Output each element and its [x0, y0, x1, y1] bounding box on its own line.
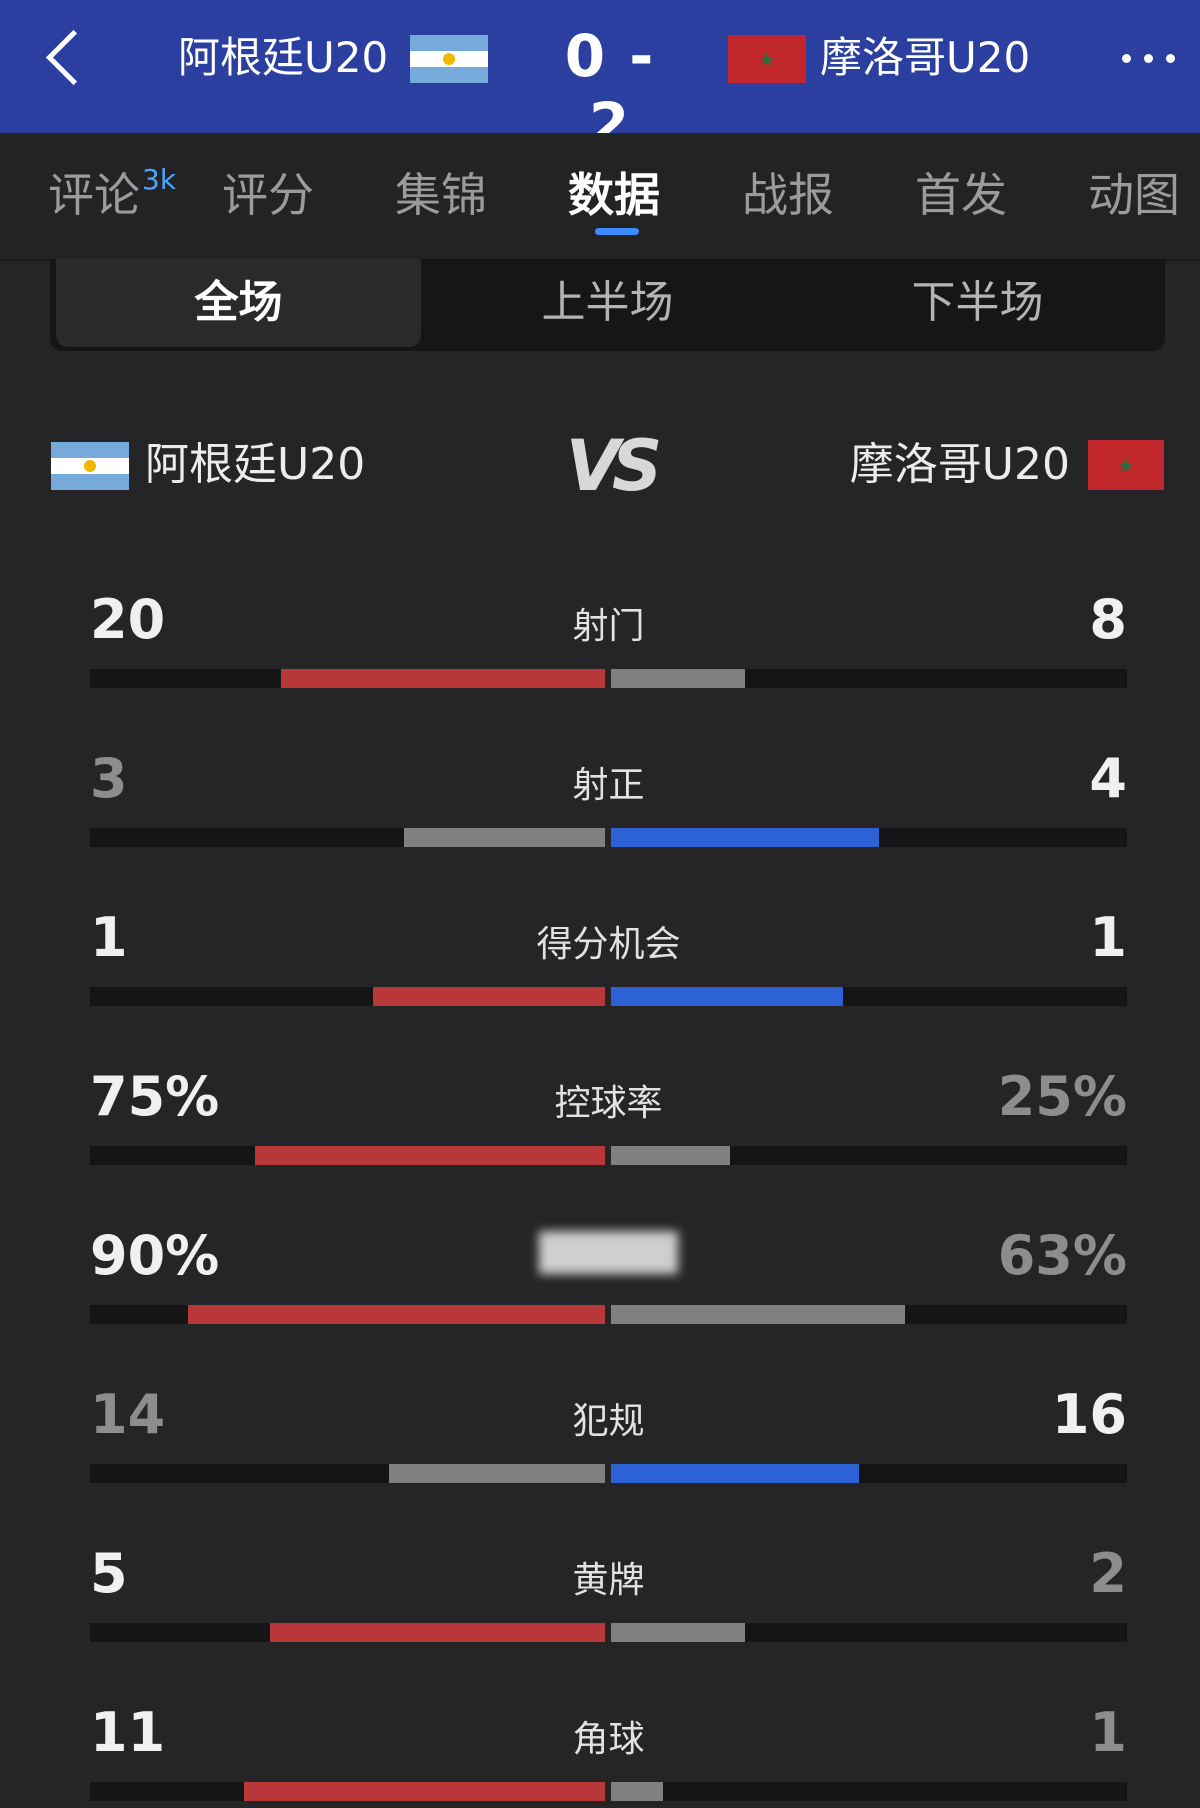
versus-mark: VS — [565, 425, 663, 507]
morocco-flag-icon — [1088, 440, 1164, 490]
stat-row: 20 射门 8 — [90, 585, 1127, 695]
away-stat-value: 16 — [1051, 1383, 1127, 1446]
stat-row: 90% █████ 63% — [90, 1221, 1127, 1331]
stat-row: 3 射正 4 — [90, 744, 1127, 854]
home-stat-bar — [389, 1464, 605, 1483]
home-bar-track — [90, 669, 605, 688]
away-team-name: 摩洛哥U20 — [820, 33, 1031, 82]
home-bar-track — [90, 987, 605, 1006]
more-dot-icon — [1166, 54, 1175, 63]
home-stat-bar — [281, 669, 605, 688]
tab-lineup[interactable]: 首发 — [915, 165, 1007, 225]
tab-report[interactable]: 战报 — [742, 165, 834, 225]
away-stat-value: 8 — [1089, 588, 1127, 651]
stat-label: 角球 — [572, 1719, 645, 1760]
tab-gifs[interactable]: 动图 — [1088, 165, 1180, 225]
away-stat-value: 25% — [997, 1065, 1127, 1128]
more-options-button[interactable] — [1114, 36, 1184, 76]
away-stat-value: 2 — [1089, 1542, 1127, 1605]
segment-second-half[interactable]: 下半场 — [795, 259, 1160, 347]
away-stat-bar — [611, 828, 879, 847]
stat-label: 控球率 — [554, 1083, 663, 1124]
home-stat-bar — [255, 1146, 605, 1165]
tab-stats[interactable]: 数据 — [568, 165, 660, 225]
stat-row: 5 黄牌 2 — [90, 1539, 1127, 1649]
home-bar-track — [90, 1305, 605, 1324]
away-bar-track — [611, 1782, 1127, 1801]
away-bar-track — [611, 669, 1127, 688]
away-bar-track — [611, 1146, 1127, 1165]
back-button[interactable] — [40, 28, 90, 92]
away-bar-track — [611, 1464, 1127, 1483]
stat-row: 75% 控球率 25% — [90, 1062, 1127, 1172]
away-bar-track — [611, 828, 1127, 847]
stat-label: 得分机会 — [536, 924, 681, 965]
away-stat-bar — [611, 669, 745, 688]
away-bar-track — [611, 1305, 1127, 1324]
home-stat-bar — [244, 1782, 605, 1801]
comment-count-badge: 3k — [142, 163, 177, 196]
argentina-flag-icon — [410, 35, 488, 83]
home-stat-bar — [373, 987, 605, 1006]
more-dot-icon — [1144, 54, 1153, 63]
segment-first-half[interactable]: 上半场 — [425, 259, 790, 347]
stat-label: 射门 — [572, 606, 645, 647]
home-bar-track — [90, 828, 605, 847]
tab-highlights[interactable]: 集锦 — [395, 165, 487, 225]
tab-comments[interactable]: 评论3k — [48, 165, 176, 225]
stat-row: 14 犯规 16 — [90, 1380, 1127, 1490]
home-stat-bar — [188, 1305, 605, 1324]
home-bar-track — [90, 1464, 605, 1483]
away-bar-track — [611, 1623, 1127, 1642]
active-tab-indicator — [595, 228, 639, 235]
home-bar-track — [90, 1782, 605, 1801]
period-selector: 全场 上半场 下半场 — [50, 259, 1165, 351]
stat-row: 11 角球 1 — [90, 1698, 1127, 1808]
away-stat-value: 1 — [1089, 1701, 1127, 1764]
away-stat-bar — [611, 987, 843, 1006]
away-stat-value: 1 — [1089, 906, 1127, 969]
stat-row: 1 得分机会 1 — [90, 903, 1127, 1013]
stat-label: █████ — [539, 1233, 678, 1274]
away-stat-bar — [611, 1146, 730, 1165]
argentina-flag-icon — [51, 442, 129, 490]
segment-full-match[interactable]: 全场 — [56, 259, 421, 347]
away-stat-value: 4 — [1089, 747, 1127, 810]
match-header: 阿根廷U20 0 - 2 摩洛哥U20 — [0, 0, 1200, 158]
tab-label: 评论 — [48, 168, 140, 222]
tab-ratings[interactable]: 评分 — [222, 165, 314, 225]
morocco-flag-icon — [728, 35, 806, 83]
home-stat-bar — [404, 828, 605, 847]
home-bar-track — [90, 1146, 605, 1165]
away-stat-value: 63% — [997, 1224, 1127, 1287]
stat-label: 射正 — [572, 765, 645, 806]
home-team-name: 阿根廷U20 — [178, 33, 389, 82]
stat-label: 犯规 — [572, 1401, 645, 1442]
away-stat-bar — [611, 1782, 663, 1801]
more-dot-icon — [1122, 54, 1131, 63]
home-stat-bar — [270, 1623, 605, 1642]
away-team-label: 摩洛哥U20 — [849, 439, 1070, 490]
stat-label: 黄牌 — [572, 1560, 645, 1601]
home-team-label: 阿根廷U20 — [145, 439, 366, 490]
home-bar-track — [90, 1623, 605, 1642]
away-bar-track — [611, 987, 1127, 1006]
away-stat-bar — [611, 1623, 745, 1642]
tab-bar: 评论3k 评分 集锦 数据 战报 首发 动图 — [0, 133, 1200, 261]
away-stat-bar — [611, 1464, 859, 1483]
away-stat-bar — [611, 1305, 905, 1324]
versus-row: 阿根廷U20 VS 摩洛哥U20 — [0, 426, 1200, 506]
